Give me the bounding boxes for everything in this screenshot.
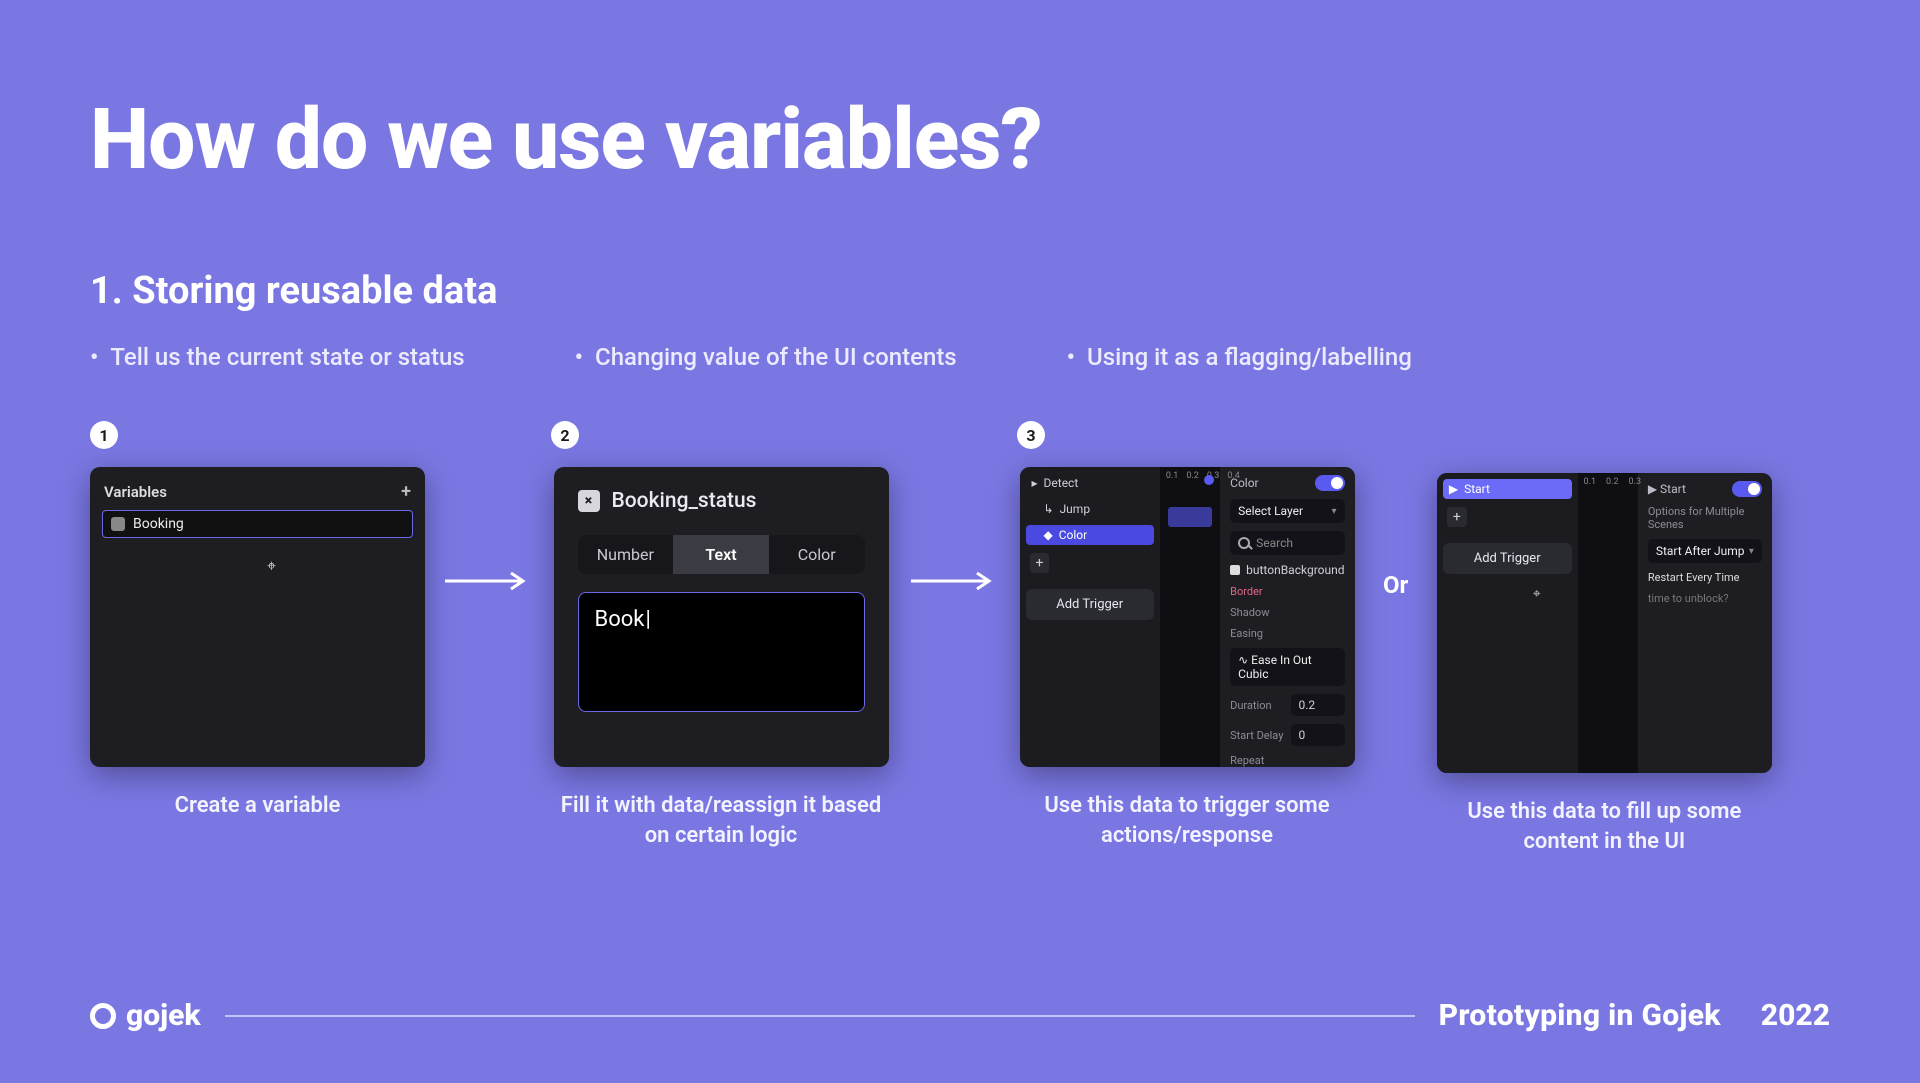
panel-variables: Variables + Booking ⌖ [90, 467, 425, 767]
border-label: Border [1230, 585, 1344, 598]
delay-input[interactable]: 0 [1291, 724, 1345, 746]
caption-2: Fill it with data/reassign it based on c… [551, 791, 891, 850]
arrow-1 [443, 571, 533, 591]
start-after-dropdown[interactable]: Start After Jump▾ [1648, 539, 1762, 563]
timeline-segment[interactable] [1168, 507, 1212, 527]
footer-year: 2022 [1761, 998, 1830, 1033]
shadow-label: Shadow [1230, 606, 1344, 619]
restart-label: Restart Every Time [1648, 571, 1762, 584]
repeat-label: Repeat [1230, 754, 1344, 767]
step-3: 3 ▸Detect ↳Jump ◆Color + Add Trigger [1017, 421, 1357, 850]
tab-number[interactable]: Number [578, 535, 674, 574]
step-4: ▶Start + Add Trigger ⌖ 0.1 0.2 0.3 [1434, 421, 1774, 856]
variable-type-icon [111, 517, 125, 531]
or-label: Or [1375, 571, 1416, 599]
slide: How do we use variables? 1. Storing reus… [0, 0, 1920, 1083]
trigger-jump[interactable]: ↳Jump [1026, 499, 1154, 519]
variable-name: Booking [133, 516, 184, 532]
variable-value-text: Book [595, 607, 651, 632]
brand-name: gojek [126, 998, 201, 1033]
search-icon [1238, 537, 1250, 549]
duration-input[interactable]: 0.2 [1291, 694, 1345, 716]
arrow-2 [909, 571, 999, 591]
hint-label: time to unblock? [1648, 592, 1762, 605]
add-action-icon[interactable]: + [1447, 507, 1467, 527]
search-input[interactable]: Search [1230, 531, 1344, 555]
duration-label: Duration [1230, 699, 1271, 712]
trigger-start[interactable]: ▶Start [1443, 479, 1572, 499]
variable-editor-name: Booking_status [612, 489, 757, 513]
start-label: ▶ Start [1648, 482, 1686, 496]
type-tabs: Number Text Color [578, 535, 865, 574]
caption-4: Use this data to fill up some content in… [1434, 797, 1774, 856]
trigger-list-2: ▶Start + Add Trigger ⌖ [1437, 473, 1578, 773]
logo-ring-icon [90, 1003, 116, 1029]
add-trigger-button-2[interactable]: Add Trigger [1443, 543, 1572, 574]
add-action-icon[interactable]: + [1030, 553, 1050, 573]
color-toggle[interactable] [1315, 475, 1345, 491]
caption-1: Create a variable [175, 791, 341, 821]
easing-dropdown[interactable]: ∿ Ease In Out Cubic [1230, 648, 1344, 686]
tab-color[interactable]: Color [769, 535, 865, 574]
step-1: 1 Variables + Booking ⌖ Create a variabl… [90, 421, 425, 821]
tab-text[interactable]: Text [673, 535, 769, 574]
step-badge-2: 2 [551, 421, 579, 449]
steps-row: 1 Variables + Booking ⌖ Create a variabl… [90, 421, 1830, 856]
start-properties: ▶ Start Options for Multiple Scenes Star… [1638, 473, 1772, 773]
layer-swatch-icon [1230, 565, 1240, 575]
timeline-2[interactable]: 0.1 0.2 0.3 [1578, 473, 1638, 773]
close-icon[interactable]: × [578, 490, 600, 512]
trigger-list: ▸Detect ↳Jump ◆Color + Add Trigger [1020, 467, 1160, 767]
arrow-icon [443, 571, 533, 591]
bullet-1: Tell us the current state or status [90, 343, 465, 371]
start-toggle[interactable] [1732, 481, 1762, 497]
footer: gojek Prototyping in Gojek 2022 [90, 998, 1830, 1033]
panel-variable-editor: × Booking_status Number Text Color Book [554, 467, 889, 767]
slide-subtitle: 1. Storing reusable data [90, 269, 1830, 313]
trigger-color[interactable]: ◆Color [1026, 525, 1154, 545]
add-variable-icon[interactable]: + [401, 481, 411, 502]
bullet-3: Using it as a flagging/labelling [1067, 343, 1412, 371]
properties-panel: Color Select Layer▾ Search buttonBackgro… [1220, 467, 1354, 767]
footer-tagline: Prototyping in Gojek [1439, 998, 1721, 1033]
slide-title: How do we use variables? [90, 90, 1830, 189]
bullet-2: Changing value of the UI contents [575, 343, 957, 371]
layer-item[interactable]: buttonBackground [1230, 563, 1344, 577]
variable-row[interactable]: Booking [102, 510, 413, 538]
trigger-detect[interactable]: ▸Detect [1026, 473, 1154, 493]
variable-value-input[interactable]: Book [578, 592, 865, 712]
step-badge-1: 1 [90, 421, 118, 449]
step-badge-3: 3 [1017, 421, 1045, 449]
cursor-icon: ⌖ [267, 556, 425, 576]
caption-3: Use this data to trigger some actions/re… [1017, 791, 1357, 850]
brand-logo: gojek [90, 998, 201, 1033]
multiscene-options-label: Options for Multiple Scenes [1648, 505, 1762, 531]
step-2: 2 × Booking_status Number Text Color Boo… [551, 421, 891, 850]
arrow-icon [909, 571, 999, 591]
timeline[interactable]: 0.1 0.2 0.3 0.4 [1160, 467, 1220, 767]
variables-header: Variables [104, 483, 167, 501]
bullet-row: Tell us the current state or status Chan… [90, 343, 1830, 371]
add-trigger-button[interactable]: Add Trigger [1026, 589, 1154, 620]
delay-label: Start Delay [1230, 729, 1283, 742]
panel-start-options: ▶Start + Add Trigger ⌖ 0.1 0.2 0.3 [1437, 473, 1772, 773]
select-layer-dropdown[interactable]: Select Layer▾ [1230, 499, 1344, 523]
panel-trigger-actions: ▸Detect ↳Jump ◆Color + Add Trigger 0 [1020, 467, 1355, 767]
footer-divider [225, 1015, 1415, 1017]
easing-label: Easing [1230, 627, 1344, 640]
